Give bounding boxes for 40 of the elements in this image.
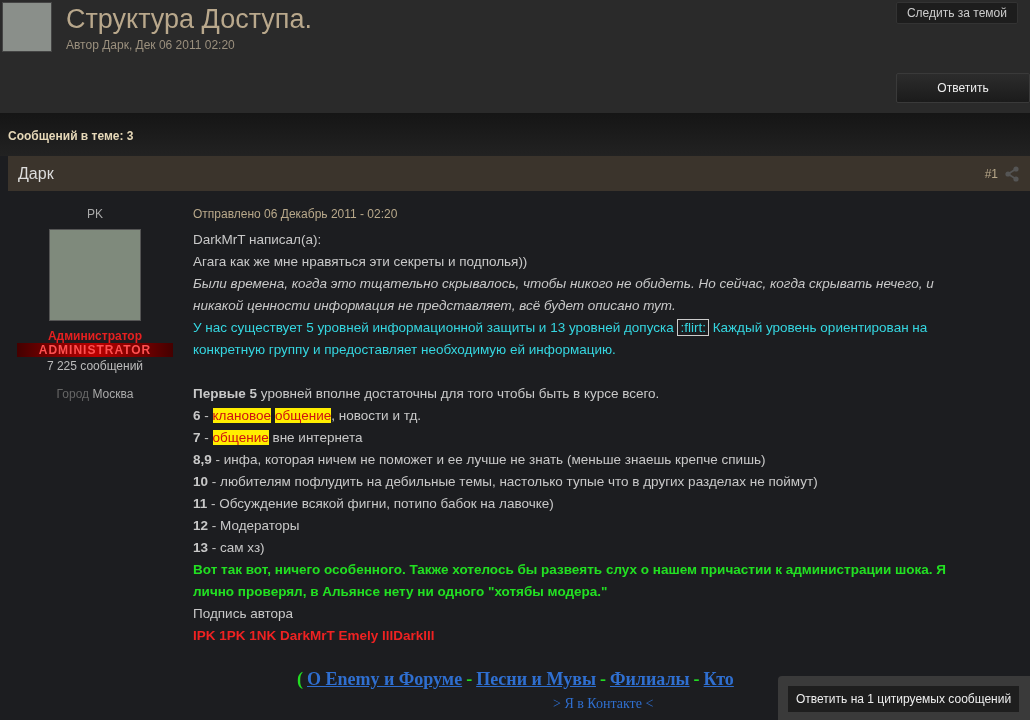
post-date: Отправлено 06 Декабрь 2011 - 02:20 [193,207,399,221]
city-value: Москва [92,387,134,401]
footer-link[interactable]: Филиалы [609,669,690,689]
city-label: Город [56,387,90,401]
post-text: Первые 5 уровней вполне достаточны для того чтобы быть в курсе всего. [193,385,661,403]
post-text: Были времена, когда это тщательно скрывалось, чтобы никого не обидеть. Но сейчас, когда скрывать нечего, и никакой ценности информация не представляет, всё будет описано тут. [193,275,935,315]
post-text: 7 - общение вне интернета [193,429,364,447]
footer-separator: - [599,669,606,689]
post-text: 6 - клановое общение, новости и тд. [193,407,423,425]
footer-link[interactable]: О Enemy и Форуме [307,669,463,689]
reply-quotes-button[interactable]: Ответить на 1 цитируемых сообщений [788,686,1020,712]
post-text: Вот так вот, ничего особенного. Также хотелось бы развеять слух о нашем причастии к администрации шока. Я лично проверял, в Альянсе нету ни одного "хотябы модера." [193,561,948,601]
signature-text: IPK 1PK 1NK DarkMrT Emely lllDarklll [193,627,436,645]
signature-label: Подпись автора [193,605,295,623]
footer-separator: - [466,669,473,689]
posts-count: Сообщений в теме: 3 [8,129,134,143]
topic-byline: Автор Дарк, Дек 06 2011 02:20 [66,38,236,52]
footer-link[interactable]: Кто [703,669,734,689]
post-number-link[interactable]: #1 [984,166,998,181]
post-text: Агага как же мне нравяться эти секреты и подполья)) [193,253,529,271]
post-text: 12 - Модераторы [193,517,301,535]
share-icon[interactable] [1004,165,1020,182]
post-text: DarkMrT написал(а): [193,231,323,249]
post-count: 7 225 сообщений [46,359,144,373]
post-text: 11 - Обсуждение всякой фигни, потипо бабок на лавочке) [193,495,555,513]
post-text: 10 - любителям пофлудить на дебильные темы, настолько тупые что в других разделах не поймут) [193,473,819,491]
rank-badge: ADMINISTRATOR [16,343,174,357]
follow-button[interactable]: Следить за темой [895,2,1018,24]
post-text: У нас существует 5 уровней информационной защиты и 13 уровней допуска :flirt: Каждый уровень ориентирован на конкретную группу и предоставляет необходимую ей информацию. [193,318,929,359]
topic-title: Структура Доступа. [66,3,312,36]
reply-button[interactable]: Ответить [896,73,1030,103]
post-text: 13 - сам хз) [193,539,266,557]
footer-bracket: ( [297,669,303,689]
footer-separator: - [693,669,700,689]
post-text: 8,9 - инфа, которая ничем не поможет и ее лучше не знать (меньше знаешь крепче спишь) [193,451,767,469]
footer-link[interactable]: Песни и Мувы [476,669,596,689]
post-author: Дарк [18,164,54,183]
user-name[interactable]: PK [87,207,103,221]
user-group: Администратор [47,329,143,343]
photo-placeholder [2,2,52,52]
